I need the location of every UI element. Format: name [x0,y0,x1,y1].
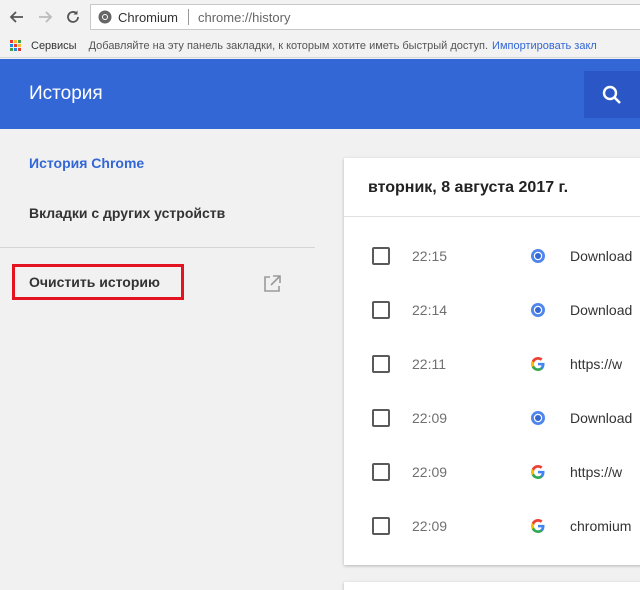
sidebar-item-other-devices[interactable]: Вкладки с других устройств [29,205,225,221]
google-icon [531,465,545,479]
search-button[interactable] [584,71,640,118]
arrow-right-icon [39,11,53,23]
open-in-new-icon [264,275,281,292]
chromium-icon [531,411,545,425]
row-time: 22:09 [412,410,448,426]
sidebar-item-history-chrome[interactable]: История Chrome [29,155,144,171]
row-checkbox[interactable] [372,517,390,535]
history-header: История [0,59,640,129]
google-icon [531,519,545,533]
arrow-left-icon [9,11,23,23]
history-row[interactable]: 22:14 Download [344,283,640,337]
search-icon [602,85,621,104]
row-title[interactable]: chromium [570,518,631,534]
row-checkbox[interactable] [372,247,390,265]
clear-history-button[interactable]: Очистить историю [12,264,184,300]
row-title[interactable]: https://w [570,356,622,372]
row-title[interactable]: https://w [570,464,622,480]
clear-history-label: Очистить историю [29,274,160,290]
bookmark-services[interactable]: Сервисы [31,40,77,52]
apps-icon[interactable] [10,39,22,52]
google-icon [531,357,545,371]
history-row[interactable]: 22:11 https://w [344,337,640,391]
reload-icon [67,10,79,23]
row-checkbox[interactable] [372,409,390,427]
back-button[interactable] [6,6,28,28]
history-row[interactable]: 22:09 chromium [344,499,640,553]
row-time: 22:09 [412,518,448,534]
reload-button[interactable] [62,6,84,28]
row-checkbox[interactable] [372,463,390,481]
row-time: 22:09 [412,464,448,480]
row-time: 22:11 [412,356,446,372]
chromium-icon [531,303,545,317]
row-title[interactable]: Download [570,248,632,264]
site-name: Chromium [118,9,178,25]
page-title: История [29,83,103,104]
history-date-header: вторник, 8 августа 2017 г. [368,179,569,196]
row-time: 22:15 [412,248,448,264]
row-title[interactable]: Download [570,410,632,426]
history-page: Chromium chrome://history Сервисы Добавл… [0,0,640,590]
url-text: chrome://history [197,9,291,25]
history-row[interactable]: 22:15 Download [344,229,640,283]
card-divider [344,216,640,217]
history-row[interactable]: 22:09 https://w [344,445,640,499]
browser-toolbar: Chromium chrome://history [0,0,640,34]
chromium-logo-icon [98,10,112,24]
history-card: вторник, 8 августа 2017 г. 22:15 Downloa… [344,158,640,565]
address-bar[interactable]: Chromium chrome://history [90,4,640,30]
row-title[interactable]: Download [570,302,632,318]
chromium-icon [531,249,545,263]
row-checkbox[interactable] [372,355,390,373]
next-history-card [344,582,640,590]
import-bookmarks-link[interactable]: Импортировать закл [492,40,597,52]
forward-button[interactable] [34,6,56,28]
bookmarks-hint: Добавляйте на эту панель закладки, к кот… [88,39,489,52]
sidebar: История Chrome Вкладки с других устройст… [0,129,315,590]
sidebar-divider [0,247,315,248]
row-time: 22:14 [412,302,448,318]
bookmarks-bar: Сервисы Добавляйте на эту панель закладк… [0,34,640,58]
row-checkbox[interactable] [372,301,390,319]
history-row[interactable]: 22:09 Download [344,391,640,445]
omnibox-separator [187,9,189,25]
